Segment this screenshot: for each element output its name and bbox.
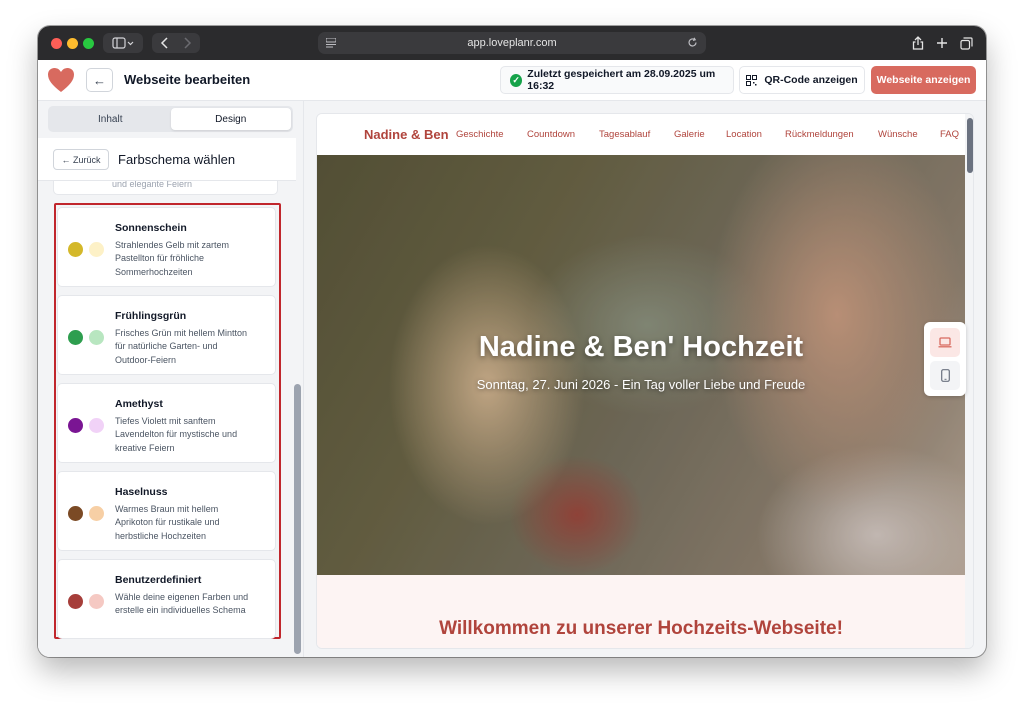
secondary-color-swatch	[89, 594, 104, 609]
scheme-description: Tiefes Violett mit sanftem Lavendelton f…	[115, 416, 238, 453]
desktop-view-button[interactable]	[930, 328, 960, 357]
plus-icon	[937, 38, 947, 48]
secondary-color-swatch	[89, 418, 104, 433]
scheme-card-haselnuss[interactable]: Haselnuss Warmes Braun mit hellem Apriko…	[57, 471, 276, 551]
primary-color-swatch	[68, 418, 83, 433]
qr-code-label: QR-Code anzeigen	[764, 74, 858, 86]
nav-item-tagesablauf[interactable]: Tagesablauf	[599, 129, 650, 140]
scheme-description: Strahlendes Gelb mit zartem Pastellton f…	[115, 240, 230, 277]
scheme-description: Wähle deine eigenen Farben und erstelle …	[115, 592, 249, 616]
secondary-color-swatch	[89, 330, 104, 345]
url-text: app.loveplanr.com	[467, 37, 557, 49]
save-status-badge: ✓ Zuletzt gespeichert am 28.09.2025 um 1…	[500, 66, 734, 94]
website-preview: Nadine & Ben Geschichte Countdown Tagesa…	[316, 113, 974, 649]
preview-scrollbar[interactable]	[967, 118, 973, 173]
welcome-title: Willkommen zu unserer Hochzeits-Webseite…	[439, 618, 843, 639]
primary-color-swatch	[68, 506, 83, 521]
color-scheme-list: und elegante Feiern Sonnenschein Strahle…	[38, 181, 296, 657]
heart-logo-icon[interactable]	[47, 67, 75, 93]
scheme-name: Benutzerdefiniert	[115, 574, 202, 586]
close-window-button[interactable]	[51, 38, 62, 49]
share-button[interactable]	[908, 33, 928, 53]
nav-item-location[interactable]: Location	[726, 129, 762, 140]
sidebar-tabs: Inhalt Design	[48, 106, 293, 132]
device-toggle	[924, 322, 966, 396]
primary-color-swatch	[68, 330, 83, 345]
hero-title: Nadine & Ben' Hochzeit	[478, 331, 804, 363]
secondary-color-swatch	[89, 242, 104, 257]
scheme-name: Frühlingsgrün	[115, 310, 187, 322]
back-small-button[interactable]: ← Zurück	[53, 149, 109, 170]
mobile-view-button[interactable]	[930, 361, 960, 390]
site-brand[interactable]: Nadine & Ben	[364, 127, 449, 142]
scheme-card-benutzerdefiniert[interactable]: Benutzerdefiniert Wähle deine eigenen Fa…	[57, 559, 276, 639]
app-header: ← Webseite bearbeiten ✓ Zuletzt gespeich…	[38, 60, 986, 101]
back-button[interactable]: ←	[86, 68, 113, 92]
secondary-color-swatch	[89, 506, 104, 521]
scheme-description: und elegante Feiern	[112, 181, 193, 189]
address-bar[interactable]: app.loveplanr.com	[318, 32, 706, 54]
preview-scrollbar-track	[965, 114, 973, 648]
hero-subtitle: Sonntag, 27. Juni 2026 - Ein Tag voller …	[476, 377, 806, 392]
browser-toolbar: app.loveplanr.com	[38, 26, 986, 60]
qr-code-icon	[746, 74, 758, 86]
nav-item-rueckmeldungen[interactable]: Rückmeldungen	[785, 129, 854, 140]
minimize-window-button[interactable]	[67, 38, 78, 49]
page-title: Webseite bearbeiten	[124, 72, 251, 87]
check-circle-icon: ✓	[510, 73, 523, 87]
tab-overview-button[interactable]	[956, 33, 976, 53]
nav-item-wuensche[interactable]: Wünsche	[878, 129, 918, 140]
nav-item-countdown[interactable]: Countdown	[527, 129, 575, 140]
new-tab-button[interactable]	[932, 33, 952, 53]
scheme-card-amethyst[interactable]: Amethyst Tiefes Violett mit sanftem Lave…	[57, 383, 276, 463]
welcome-section: Willkommen zu unserer Hochzeits-Webseite…	[317, 575, 965, 648]
tabs-icon	[959, 36, 973, 50]
share-icon	[912, 36, 924, 50]
zoom-window-button[interactable]	[83, 38, 94, 49]
tab-design[interactable]: Design	[170, 108, 291, 130]
sidebar-icon	[112, 37, 134, 49]
editor-sidebar: Inhalt Design ← Zurück Farbschema wählen…	[38, 101, 304, 657]
save-status-text: Zuletzt gespeichert am 28.09.2025 um 16:…	[527, 68, 716, 92]
primary-color-swatch	[68, 594, 83, 609]
nav-item-galerie[interactable]: Galerie	[674, 129, 705, 140]
primary-color-swatch	[68, 242, 83, 257]
arrow-left-icon: ←	[93, 72, 106, 88]
browser-window: app.loveplanr.com ← Webseite bearbeiten …	[38, 26, 986, 657]
tab-content[interactable]: Inhalt	[50, 108, 171, 130]
section-title: Farbschema wählen	[118, 152, 236, 167]
nav-item-geschichte[interactable]: Geschichte	[456, 129, 504, 140]
scheme-card-sonnenschein[interactable]: Sonnenschein Strahlendes Gelb mit zartem…	[57, 207, 276, 287]
phone-icon	[940, 369, 950, 382]
sidebar-toggle-button[interactable]	[103, 33, 143, 53]
back-nav-icon[interactable]	[158, 37, 172, 49]
forward-nav-icon[interactable]	[180, 37, 194, 49]
laptop-icon	[938, 337, 952, 348]
hero-image: Nadine & Ben' Hochzeit Sonntag, 27. Juni…	[317, 155, 965, 575]
site-navbar: Nadine & Ben Geschichte Countdown Tagesa…	[317, 114, 965, 155]
sidebar-scrollbar[interactable]	[294, 384, 301, 654]
section-header: ← Zurück Farbschema wählen	[38, 138, 296, 181]
scheme-name: Haselnuss	[115, 486, 168, 498]
scheme-name: Sonnenschein	[115, 222, 187, 234]
scheme-name: Amethyst	[115, 398, 163, 410]
view-website-button[interactable]: Webseite anzeigen	[871, 66, 976, 94]
page-menu-icon[interactable]	[326, 38, 336, 48]
history-nav	[152, 33, 200, 53]
scheme-card-fruehlingsgruen[interactable]: Frühlingsgrün Frisches Grün mit hellem M…	[57, 295, 276, 375]
nav-item-faq[interactable]: FAQ	[940, 129, 959, 140]
qr-code-button[interactable]: QR-Code anzeigen	[739, 66, 865, 94]
scheme-description: Frisches Grün mit hellem Mintton für nat…	[115, 328, 248, 365]
scheme-description: Warmes Braun mit hellem Aprikoton für ru…	[115, 504, 220, 541]
reload-icon[interactable]	[687, 37, 698, 48]
scheme-card-previous[interactable]: und elegante Feiern	[53, 181, 278, 195]
